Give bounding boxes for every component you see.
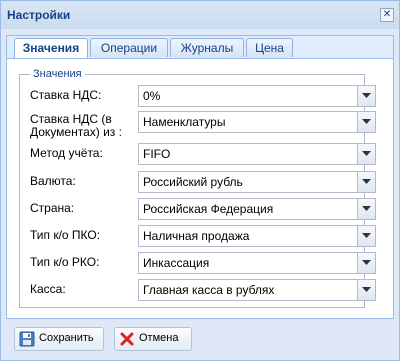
vat-rate-label: Ставка НДС: [30, 88, 102, 102]
vat-rate-select[interactable]: 0% [138, 85, 376, 107]
close-icon: ✕ [382, 9, 392, 20]
country-dropdown-trigger[interactable] [357, 199, 375, 219]
window-title: Настройки [7, 8, 71, 22]
chevron-down-icon [362, 93, 371, 98]
cancel-button-label: Отмена [139, 332, 179, 344]
chevron-down-icon [362, 206, 371, 211]
country-select[interactable]: Российская Федерация [138, 198, 376, 220]
chevron-down-icon [362, 260, 371, 265]
rko-type-dropdown-trigger[interactable] [357, 253, 375, 273]
chevron-down-icon [362, 179, 371, 184]
window-titlebar[interactable]: Настройки ✕ [1, 1, 399, 29]
accounting-method-dropdown-trigger[interactable] [357, 144, 375, 164]
pko-type-dropdown-trigger[interactable] [357, 226, 375, 246]
group-legend: Значения [33, 68, 82, 80]
vat-source-dropdown-trigger[interactable] [357, 112, 375, 132]
currency-value: Российский рубль [143, 175, 243, 189]
accounting-method-value: FIFO [143, 147, 171, 161]
rko-type-label: Тип к/о РКО: [30, 255, 100, 269]
save-button-label: Сохранить [39, 332, 94, 344]
vat-source-value: Наменклатуры [143, 115, 226, 129]
red-x-icon [120, 332, 134, 346]
country-value: Российская Федерация [143, 202, 274, 216]
accounting-method-label: Метод учёта: [30, 146, 103, 160]
chevron-down-icon [362, 151, 371, 156]
tab-operations[interactable]: Операции [90, 38, 168, 57]
close-button[interactable]: ✕ [380, 8, 394, 22]
chevron-down-icon [362, 119, 371, 124]
tab-strip: Значения Операции Журналы Цена [7, 36, 393, 59]
cashbox-label: Касса: [30, 282, 66, 296]
tab-journals[interactable]: Журналы [170, 38, 244, 57]
chevron-down-icon [362, 233, 371, 238]
cashbox-dropdown-trigger[interactable] [357, 280, 375, 300]
chevron-down-icon [362, 287, 371, 292]
settings-window: Настройки ✕ Значения Операции Журналы Це… [0, 0, 400, 361]
vat-rate-value: 0% [143, 89, 161, 103]
tab-content: Значения Ставка НДС: 0% Ставка НДС (в До… [7, 59, 393, 318]
accounting-method-select[interactable]: FIFO [138, 143, 376, 165]
pko-type-label: Тип к/о ПКО: [30, 228, 101, 242]
cashbox-select[interactable]: Главная касса в рублях [138, 279, 376, 301]
pko-type-value: Наличная продажа [143, 229, 250, 243]
vat-source-select[interactable]: Наменклатуры [138, 111, 376, 133]
tab-panel: Значения Операции Журналы Цена Значения … [6, 35, 394, 319]
rko-type-select[interactable]: Инкассация [138, 252, 376, 274]
currency-label: Валюта: [30, 174, 76, 188]
country-label: Страна: [30, 201, 75, 215]
save-button[interactable]: Сохранить [14, 327, 104, 351]
tab-values[interactable]: Значения [14, 38, 88, 58]
currency-select[interactable]: Российский рубль [138, 171, 376, 193]
tab-price[interactable]: Цена [246, 38, 293, 57]
vat-source-label: Ставка НДС (в Документах) из : [30, 112, 122, 139]
cancel-button[interactable]: Отмена [114, 327, 192, 351]
rko-type-value: Инкассация [143, 256, 210, 270]
cashbox-value: Главная касса в рублях [143, 283, 275, 297]
vat-rate-dropdown-trigger[interactable] [357, 86, 375, 106]
floppy-disk-icon [19, 331, 35, 347]
currency-dropdown-trigger[interactable] [357, 172, 375, 192]
pko-type-select[interactable]: Наличная продажа [138, 225, 376, 247]
